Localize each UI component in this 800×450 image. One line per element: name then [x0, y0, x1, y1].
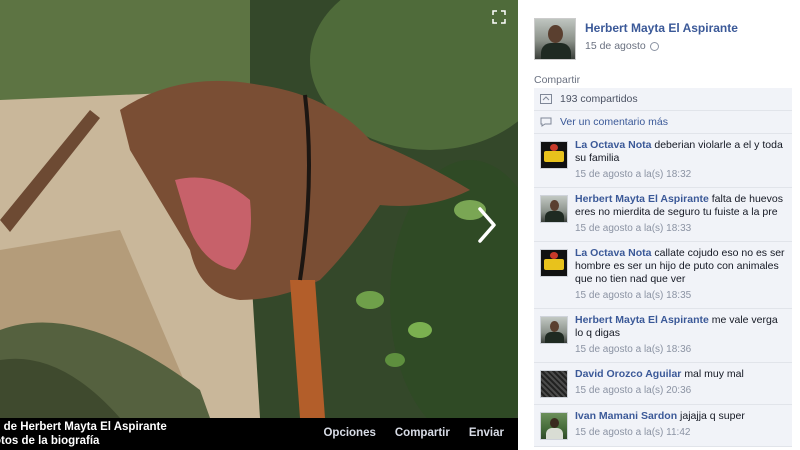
post-date[interactable]: 15 de agosto: [585, 40, 646, 52]
comment-item: La Octava Nota deberian violarle a el y …: [534, 134, 792, 188]
photo-image: [0, 0, 518, 418]
commenter-avatar[interactable]: [540, 412, 568, 440]
comment-item: Herbert Mayta El Aspirante me vale verga…: [534, 309, 792, 363]
post-author-header: Herbert Mayta El Aspirante 15 de agosto: [534, 18, 738, 60]
album-name[interactable]: s de Herbert Mayta El Aspirante: [0, 420, 200, 434]
author-name[interactable]: Herbert Mayta El Aspirante: [585, 21, 738, 35]
share-icon: [540, 94, 552, 104]
commenter-name[interactable]: David Orozco Aguilar: [575, 368, 681, 380]
comment-timestamp[interactable]: 15 de agosto a la(s) 18:33: [575, 222, 786, 235]
next-arrow-icon[interactable]: [474, 205, 500, 245]
commenter-avatar[interactable]: [540, 141, 568, 169]
commenter-name[interactable]: Herbert Mayta El Aspirante: [575, 193, 709, 205]
shares-count: 193 compartidos: [560, 93, 638, 105]
comment-item: Ivan Mamani Sardon jajajja q super 15 de…: [534, 405, 792, 447]
commenter-avatar[interactable]: [540, 316, 568, 344]
comment-timestamp[interactable]: 15 de agosto a la(s) 18:35: [575, 289, 786, 302]
share-link[interactable]: Compartir: [534, 74, 580, 86]
comment-item: La Octava Nota callate cojudo eso no es …: [534, 242, 792, 309]
commenter-name[interactable]: Ivan Mamani Sardon: [575, 410, 677, 422]
globe-icon: [649, 41, 659, 51]
comment-icon: [540, 117, 552, 127]
comment-timestamp[interactable]: 15 de agosto a la(s) 18:32: [575, 168, 786, 181]
post-date-row: 15 de agosto: [585, 40, 738, 52]
feedback-box: 193 compartidos Ver un comentario más La…: [534, 88, 792, 447]
photo-actions: Opciones Compartir Enviar: [323, 427, 504, 439]
shares-row[interactable]: 193 compartidos: [534, 88, 792, 111]
comment-timestamp[interactable]: 15 de agosto a la(s) 11:42: [575, 426, 786, 439]
post-sidebar: Herbert Mayta El Aspirante 15 de agosto …: [518, 0, 800, 450]
commenter-name[interactable]: Herbert Mayta El Aspirante: [575, 314, 709, 326]
commenter-avatar[interactable]: [540, 249, 568, 277]
commenter-name[interactable]: La Octava Nota: [575, 247, 651, 259]
comment-item: David Orozco Aguilar mal muy mal 15 de a…: [534, 363, 792, 405]
photo[interactable]: [0, 0, 518, 418]
comment-text: jajajja q super: [680, 410, 745, 422]
photo-bottom-bar: s de Herbert Mayta El Aspirante otos de …: [0, 418, 518, 450]
comment-timestamp[interactable]: 15 de agosto a la(s) 18:36: [575, 343, 786, 356]
send-button[interactable]: Enviar: [469, 427, 504, 439]
expand-icon[interactable]: [492, 10, 506, 24]
options-button[interactable]: Opciones: [323, 427, 375, 439]
commenter-avatar[interactable]: [540, 195, 568, 223]
view-more-comments-row[interactable]: Ver un comentario más: [534, 111, 792, 134]
share-button[interactable]: Compartir: [395, 427, 450, 439]
author-avatar[interactable]: [534, 18, 576, 60]
photo-album-caption: s de Herbert Mayta El Aspirante otos de …: [0, 420, 200, 448]
commenter-avatar[interactable]: [540, 370, 568, 398]
view-more-comments-link[interactable]: Ver un comentario más: [560, 116, 668, 128]
comment-text: mal muy mal: [684, 368, 744, 380]
comment-timestamp[interactable]: 15 de agosto a la(s) 20:36: [575, 384, 786, 397]
comment-item: Herbert Mayta El Aspirante falta de huev…: [534, 188, 792, 242]
commenter-name[interactable]: La Octava Nota: [575, 139, 651, 151]
photo-viewer: s de Herbert Mayta El Aspirante otos de …: [0, 0, 518, 450]
album-subtitle[interactable]: otos de la biografía: [0, 434, 200, 448]
